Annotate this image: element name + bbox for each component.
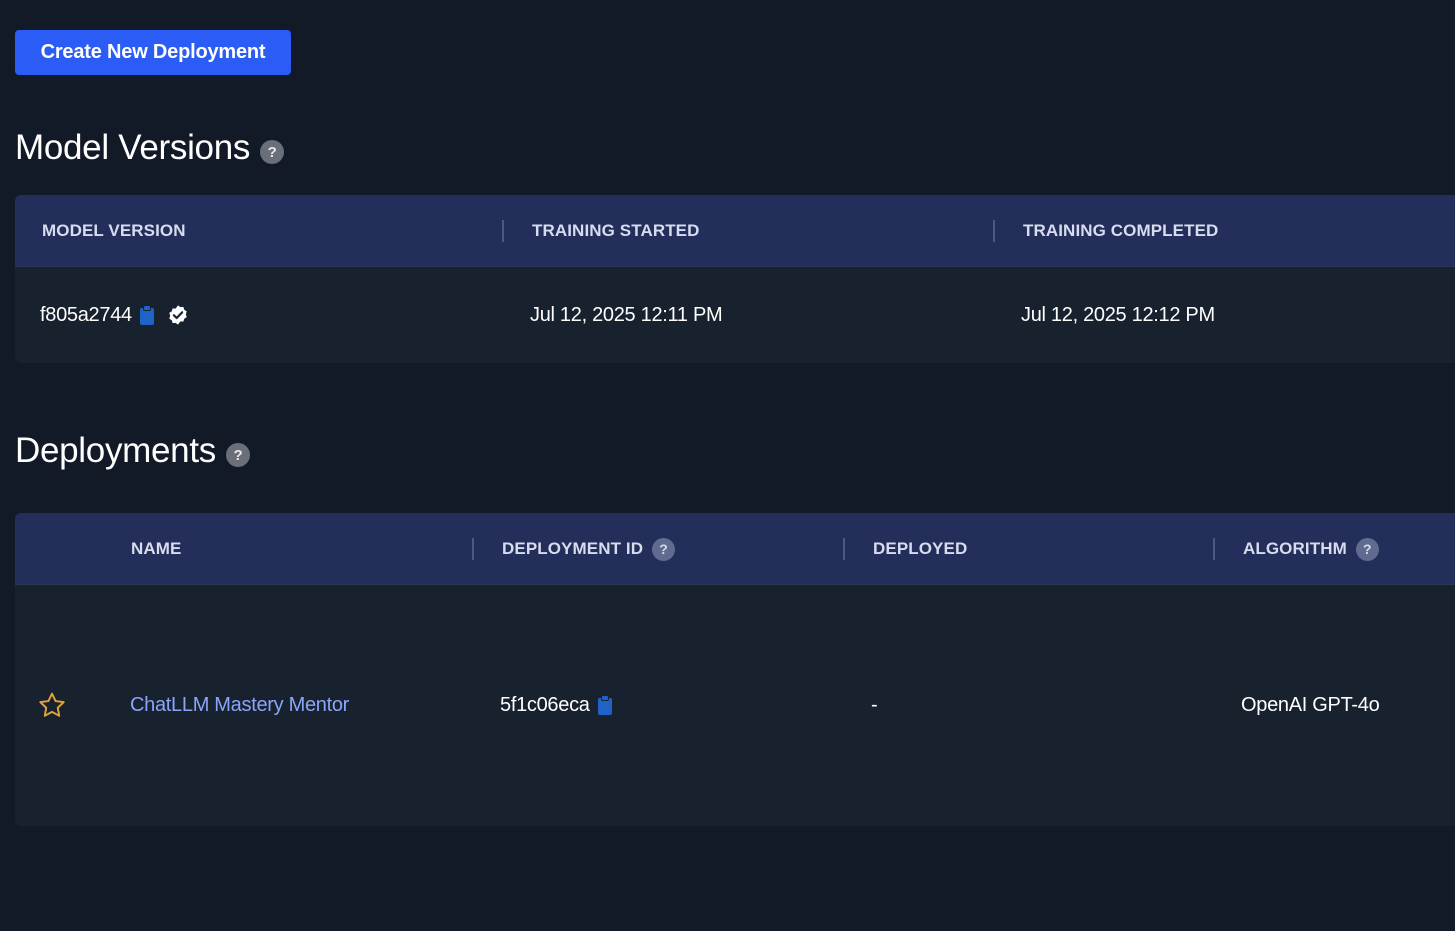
column-header-training-started[interactable]: TRAINING STARTED [532, 195, 700, 267]
column-header-deployment-id[interactable]: DEPLOYMENT ID ? [502, 513, 676, 585]
deployment-id-cell: 5f1c06eca [500, 585, 613, 825]
model-version-id: f805a2744 [40, 303, 132, 326]
training-completed-cell: Jul 12, 2025 12:12 PM [1021, 303, 1215, 326]
algorithm-cell: OpenAI GPT-4o [1241, 693, 1380, 716]
deployments-heading: Deployments ? [15, 431, 250, 471]
column-resize-handle[interactable] [843, 538, 845, 560]
deployment-id-value: 5f1c06eca [500, 693, 590, 716]
model-versions-heading: Model Versions ? [15, 128, 285, 168]
column-resize-handle[interactable] [1213, 538, 1215, 560]
create-new-deployment-button[interactable]: Create New Deployment [15, 30, 291, 75]
column-header-algorithm-label: ALGORITHM [1243, 539, 1347, 558]
page: Create New Deployment Model Versions ? M… [0, 0, 1455, 931]
column-header-deployed[interactable]: DEPLOYED [873, 513, 967, 585]
column-resize-handle[interactable] [472, 538, 474, 560]
model-versions-title: Model Versions [15, 128, 251, 167]
column-header-algorithm[interactable]: ALGORITHM ? [1243, 513, 1379, 585]
clipboard-icon[interactable] [597, 694, 613, 716]
deployments-help-icon[interactable]: ? [225, 443, 250, 467]
table-row: f805a2744 Jul 12, 2025 12:11 PM Jul 12, … [15, 267, 1455, 363]
training-started-cell: Jul 12, 2025 12:11 PM [530, 303, 723, 326]
clipboard-icon[interactable] [139, 304, 155, 326]
deployment-name-link[interactable]: ChatLLM Mastery Mentor [130, 694, 349, 717]
deployment-id-help-icon[interactable]: ? [652, 537, 676, 561]
model-version-cell: f805a2744 [40, 267, 189, 363]
column-header-deployment-id-label: DEPLOYMENT ID [502, 539, 644, 558]
deployments-table: NAME DEPLOYMENT ID ? DEPLOYED ALGORITHM … [15, 513, 1455, 826]
table-row: ChatLLM Mastery Mentor 5f1c06eca - OpenA… [15, 585, 1455, 825]
deployments-title: Deployments [15, 431, 216, 470]
column-resize-handle[interactable] [502, 220, 504, 242]
column-header-name[interactable]: NAME [131, 513, 181, 585]
verified-check-icon [167, 304, 189, 326]
model-versions-table: MODEL VERSION TRAINING STARTED TRAINING … [15, 195, 1455, 363]
favorite-cell [37, 585, 67, 825]
algorithm-help-icon[interactable]: ? [1355, 537, 1379, 561]
star-icon[interactable] [37, 691, 67, 720]
column-header-training-completed[interactable]: TRAINING COMPLETED [1023, 195, 1218, 267]
column-header-model-version[interactable]: MODEL VERSION [42, 195, 186, 267]
column-resize-handle[interactable] [993, 220, 995, 242]
model-versions-table-header: MODEL VERSION TRAINING STARTED TRAINING … [15, 195, 1455, 267]
model-versions-help-icon[interactable]: ? [260, 140, 285, 164]
deployed-cell: - [871, 693, 878, 716]
deployment-name-cell: ChatLLM Mastery Mentor [130, 585, 349, 825]
deployments-table-header: NAME DEPLOYMENT ID ? DEPLOYED ALGORITHM … [15, 513, 1455, 585]
